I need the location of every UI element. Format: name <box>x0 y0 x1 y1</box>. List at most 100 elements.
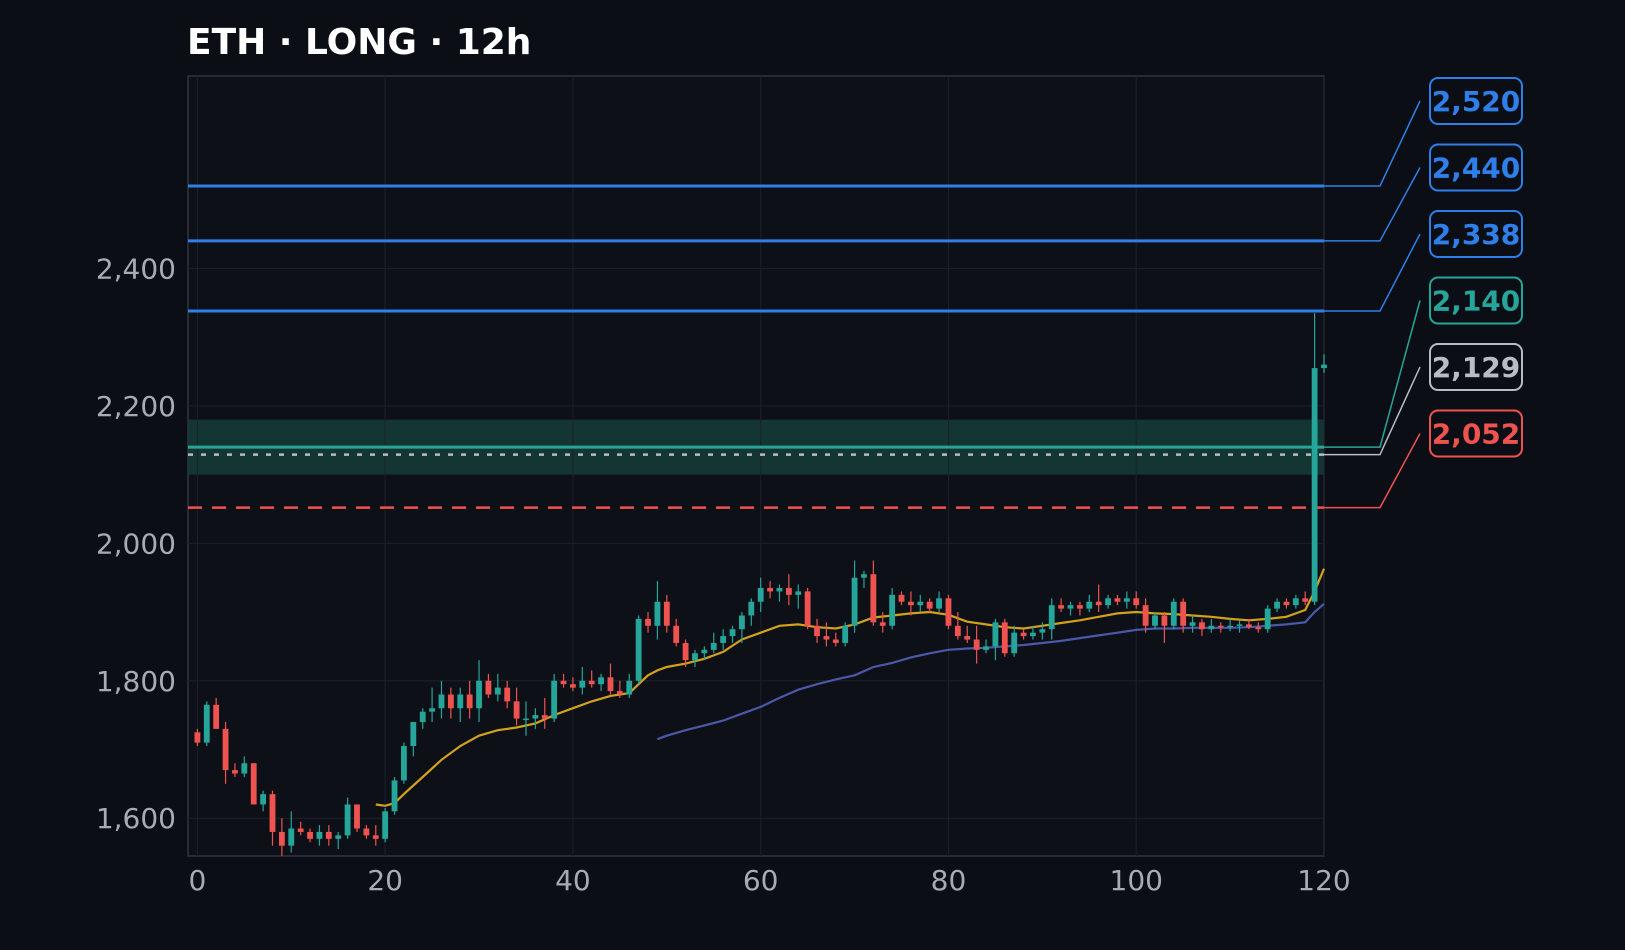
candle-body <box>1208 625 1215 630</box>
candle-body <box>1227 625 1234 628</box>
level-label-stop: 2,052 <box>1432 418 1521 451</box>
candle-body <box>701 649 708 654</box>
candle-body <box>607 677 614 692</box>
candle-body <box>1030 632 1036 637</box>
candle-body <box>1076 605 1083 609</box>
level-label-target: 2,440 <box>1432 152 1521 185</box>
candle-body <box>551 680 558 719</box>
candle-body <box>1189 622 1196 626</box>
candle-body <box>729 629 736 637</box>
candle-body <box>1264 608 1271 630</box>
candle-body <box>1152 615 1158 626</box>
candle-body <box>513 701 520 719</box>
candle-body <box>523 718 529 721</box>
candle-body <box>485 680 492 695</box>
candle-body <box>992 622 999 647</box>
candle-body <box>344 804 351 836</box>
candle-body <box>1292 598 1299 606</box>
candle-body <box>832 639 839 643</box>
candle-body <box>391 780 398 812</box>
chart: ETH · LONG · 12h 0 20 40 60 80 100 120 1,600 1,8… <box>96 22 1523 897</box>
y-tick-label: 2,000 <box>96 527 176 560</box>
candle-body <box>936 598 942 609</box>
candle-body <box>1302 598 1309 602</box>
candle-body <box>748 601 755 616</box>
candle-body <box>1217 625 1224 628</box>
candle-body <box>851 577 858 626</box>
x-tick-label: 20 <box>367 864 403 897</box>
candle-body <box>316 831 323 839</box>
candle-body <box>579 680 586 688</box>
candle-body <box>785 587 792 595</box>
candle-body <box>945 598 952 626</box>
candle-body <box>532 715 539 719</box>
candle-body <box>410 721 417 747</box>
candle-body <box>203 704 210 743</box>
candle-body <box>269 794 276 832</box>
y-tick-label: 2,400 <box>96 252 176 285</box>
y-tick-label: 2,200 <box>96 390 176 423</box>
candle-body <box>1001 622 1008 654</box>
candle-body <box>494 687 501 695</box>
candle-body <box>570 684 576 688</box>
candle-body <box>1058 605 1065 609</box>
candle-body <box>870 574 877 623</box>
candle-body <box>1114 598 1121 602</box>
candle-body <box>1170 601 1177 626</box>
candle-body <box>626 680 633 695</box>
candle-body <box>1321 364 1327 369</box>
candle-body <box>1133 598 1140 606</box>
candle-body <box>757 587 764 602</box>
candle-body <box>447 694 454 709</box>
candle-body <box>795 591 802 595</box>
x-tick-label: 80 <box>931 864 967 897</box>
candle-body <box>739 615 745 630</box>
candle-body <box>213 704 220 729</box>
candle-body <box>288 828 295 846</box>
candle-body <box>1311 368 1318 602</box>
candle-body <box>1283 601 1290 606</box>
candle-body <box>964 636 971 640</box>
x-tick-label: 60 <box>743 864 779 897</box>
level-label-target: 2,520 <box>1432 85 1521 118</box>
candle-body <box>673 625 680 643</box>
chart-title: ETH · LONG · 12h <box>187 22 531 63</box>
candle-body <box>1180 601 1187 626</box>
candle-body <box>1020 632 1027 637</box>
candle-body <box>1199 622 1205 630</box>
candle-body <box>663 601 670 626</box>
candle-body <box>1105 598 1111 606</box>
candle-body <box>767 587 773 592</box>
candle-body <box>1011 632 1018 654</box>
level-connector-stop <box>1324 433 1421 509</box>
candle-body <box>307 831 313 839</box>
candle-body <box>278 831 285 846</box>
candle-body <box>1048 605 1055 630</box>
candle-body <box>250 763 257 805</box>
candle-body <box>194 732 201 743</box>
candle-body <box>260 794 267 805</box>
candle-body <box>926 601 933 609</box>
candle-body <box>297 828 304 832</box>
x-tick-label: 40 <box>555 864 591 897</box>
candle-body <box>654 601 661 626</box>
candle-body <box>401 746 407 781</box>
candle-body <box>879 622 886 626</box>
candle-body <box>776 587 783 592</box>
candle-body <box>692 653 698 661</box>
level-connector-target <box>1324 233 1421 312</box>
candle-body <box>1236 624 1243 626</box>
candle-body <box>804 591 811 626</box>
candle-body <box>429 708 436 712</box>
candle-body <box>476 680 482 709</box>
candle-body <box>598 677 605 685</box>
candle-body <box>842 625 849 643</box>
candle-body <box>973 639 980 650</box>
x-tick-label: 100 <box>1110 864 1163 897</box>
candle-body <box>720 636 727 643</box>
candle-body <box>889 594 896 626</box>
candle-body <box>335 835 342 839</box>
level-labels-layer: 2,520 2,440 2,338 2,140 2,129 2,052 <box>1324 77 1523 509</box>
candle-body <box>861 574 867 578</box>
level-label-target: 2,338 <box>1432 218 1521 251</box>
